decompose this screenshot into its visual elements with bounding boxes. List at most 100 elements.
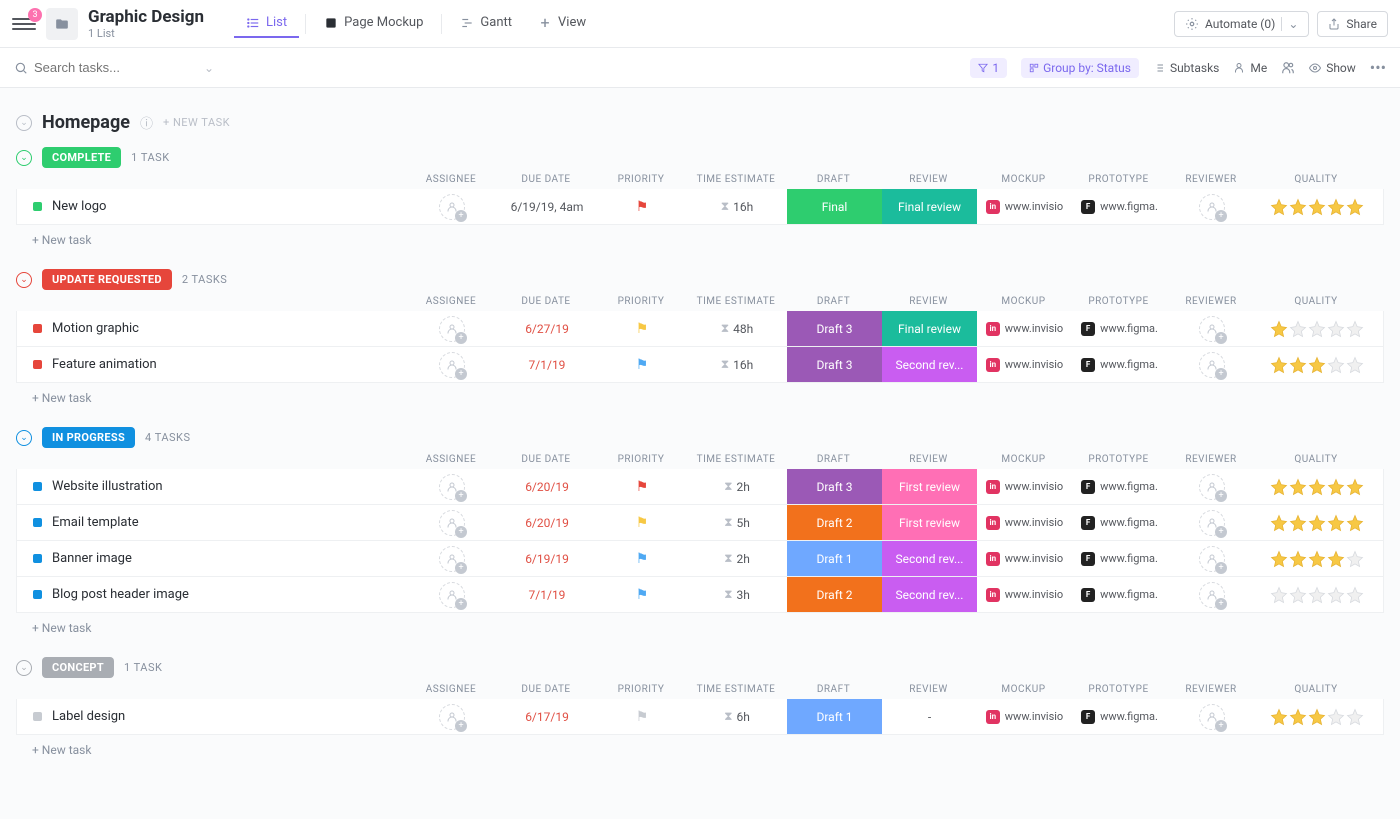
collapse-group-icon[interactable]: ⌄: [16, 115, 32, 131]
prototype-link[interactable]: Fwww.figma.: [1077, 358, 1162, 372]
reviewer-add[interactable]: [1199, 704, 1225, 730]
collapse-status-icon[interactable]: ⌄: [16, 272, 32, 288]
review-tag[interactable]: Second rev...: [882, 347, 977, 382]
review-tag[interactable]: Final review: [882, 189, 977, 224]
mockup-link[interactable]: inwww.invisio: [982, 552, 1067, 566]
status-badge[interactable]: UPDATE REQUESTED: [42, 269, 172, 290]
time-estimate[interactable]: ⧗6h: [687, 699, 787, 734]
mockup-link[interactable]: inwww.invisio: [982, 710, 1067, 724]
draft-tag[interactable]: Draft 3: [787, 347, 882, 382]
quality-stars[interactable]: [1270, 514, 1364, 532]
reviewer-add[interactable]: [1199, 582, 1225, 608]
me-button[interactable]: Me: [1233, 61, 1267, 75]
mockup-link[interactable]: inwww.invisio: [982, 200, 1067, 214]
task-row[interactable]: Feature animation7/1/19⚑⧗16hDraft 3Secon…: [16, 347, 1384, 383]
time-estimate[interactable]: ⧗16h: [687, 347, 787, 382]
assignee-add[interactable]: [439, 704, 465, 730]
show-button[interactable]: Show: [1309, 61, 1356, 75]
new-task-button[interactable]: + New task: [16, 383, 1384, 405]
assignee-add[interactable]: [439, 194, 465, 220]
time-estimate[interactable]: ⧗5h: [687, 505, 787, 540]
chevron-down-icon[interactable]: ⌄: [204, 61, 214, 75]
task-row[interactable]: Motion graphic6/27/19⚑⧗48hDraft 3Final r…: [16, 311, 1384, 347]
prototype-link[interactable]: Fwww.figma.: [1077, 710, 1162, 724]
priority-flag-icon[interactable]: ⚑: [636, 357, 649, 373]
quality-stars[interactable]: [1270, 356, 1364, 374]
assignee-add[interactable]: [439, 352, 465, 378]
collapse-status-icon[interactable]: ⌄: [16, 150, 32, 166]
reviewer-add[interactable]: [1199, 474, 1225, 500]
time-estimate[interactable]: ⧗48h: [687, 311, 787, 346]
assignees-button[interactable]: [1281, 61, 1295, 75]
prototype-link[interactable]: Fwww.figma.: [1077, 516, 1162, 530]
task-row[interactable]: Label design6/17/19⚑⧗6hDraft 1-inwww.inv…: [16, 699, 1384, 735]
groupby-pill[interactable]: Group by: Status: [1021, 58, 1139, 78]
status-badge[interactable]: CONCEPT: [42, 657, 114, 678]
due-date[interactable]: 6/20/19: [497, 505, 597, 540]
share-button[interactable]: Share: [1317, 11, 1388, 37]
collapse-status-icon[interactable]: ⌄: [16, 660, 32, 676]
folder-icon[interactable]: [46, 8, 78, 40]
add-view-button[interactable]: +View: [526, 9, 598, 38]
reviewer-add[interactable]: [1199, 352, 1225, 378]
view-tab-gantt[interactable]: Gantt: [448, 9, 524, 38]
filter-count-pill[interactable]: 1: [970, 58, 1007, 78]
search-input[interactable]: [34, 60, 174, 75]
assignee-add[interactable]: [439, 316, 465, 342]
assignee-add[interactable]: [439, 510, 465, 536]
assignee-add[interactable]: [439, 474, 465, 500]
new-task-button[interactable]: + New task: [16, 225, 1384, 247]
priority-flag-icon[interactable]: ⚑: [636, 515, 649, 531]
task-row[interactable]: Banner image6/19/19⚑⧗2hDraft 1Second rev…: [16, 541, 1384, 577]
new-task-button[interactable]: + New task: [16, 735, 1384, 757]
review-tag[interactable]: Second rev...: [882, 541, 977, 576]
reviewer-add[interactable]: [1199, 510, 1225, 536]
quality-stars[interactable]: [1270, 320, 1364, 338]
draft-tag[interactable]: Draft 1: [787, 541, 882, 576]
collapse-status-icon[interactable]: ⌄: [16, 430, 32, 446]
due-date[interactable]: 6/20/19: [497, 469, 597, 504]
priority-flag-icon[interactable]: ⚑: [636, 321, 649, 337]
draft-tag[interactable]: Draft 2: [787, 577, 882, 612]
time-estimate[interactable]: ⧗2h: [687, 469, 787, 504]
priority-flag-icon[interactable]: ⚑: [636, 479, 649, 495]
prototype-link[interactable]: Fwww.figma.: [1077, 200, 1162, 214]
quality-stars[interactable]: [1270, 550, 1364, 568]
draft-tag[interactable]: Final: [787, 189, 882, 224]
mockup-link[interactable]: inwww.invisio: [982, 322, 1067, 336]
prototype-link[interactable]: Fwww.figma.: [1077, 480, 1162, 494]
quality-stars[interactable]: [1270, 586, 1364, 604]
mockup-link[interactable]: inwww.invisio: [982, 358, 1067, 372]
review-tag[interactable]: First review: [882, 505, 977, 540]
time-estimate[interactable]: ⧗16h: [687, 189, 787, 224]
assignee-add[interactable]: [439, 546, 465, 572]
quality-stars[interactable]: [1270, 198, 1364, 216]
status-badge[interactable]: COMPLETE: [42, 147, 121, 168]
due-date[interactable]: 6/17/19: [497, 699, 597, 734]
search-box[interactable]: ⌄: [14, 60, 214, 75]
reviewer-add[interactable]: [1199, 546, 1225, 572]
priority-flag-icon[interactable]: ⚑: [636, 709, 649, 725]
task-row[interactable]: Email template6/20/19⚑⧗5hDraft 2First re…: [16, 505, 1384, 541]
quality-stars[interactable]: [1270, 708, 1364, 726]
mockup-link[interactable]: inwww.invisio: [982, 480, 1067, 494]
priority-flag-icon[interactable]: ⚑: [636, 587, 649, 603]
draft-tag[interactable]: Draft 3: [787, 469, 882, 504]
draft-tag[interactable]: Draft 1: [787, 699, 882, 734]
task-row[interactable]: Blog post header image7/1/19⚑⧗3hDraft 2S…: [16, 577, 1384, 613]
reviewer-add[interactable]: [1199, 316, 1225, 342]
view-tab-page-mockup[interactable]: Page Mockup: [312, 9, 435, 38]
time-estimate[interactable]: ⧗3h: [687, 577, 787, 612]
prototype-link[interactable]: Fwww.figma.: [1077, 322, 1162, 336]
time-estimate[interactable]: ⧗2h: [687, 541, 787, 576]
task-row[interactable]: New logo6/19/19, 4am⚑⧗16hFinalFinal revi…: [16, 189, 1384, 225]
prototype-link[interactable]: Fwww.figma.: [1077, 588, 1162, 602]
new-task-button[interactable]: + New task: [16, 613, 1384, 635]
draft-tag[interactable]: Draft 3: [787, 311, 882, 346]
priority-flag-icon[interactable]: ⚑: [636, 551, 649, 567]
status-badge[interactable]: IN PROGRESS: [42, 427, 135, 448]
due-date[interactable]: 6/27/19: [497, 311, 597, 346]
review-tag[interactable]: Final review: [882, 311, 977, 346]
info-icon[interactable]: ⓘ: [140, 113, 153, 132]
due-date[interactable]: 6/19/19: [497, 541, 597, 576]
